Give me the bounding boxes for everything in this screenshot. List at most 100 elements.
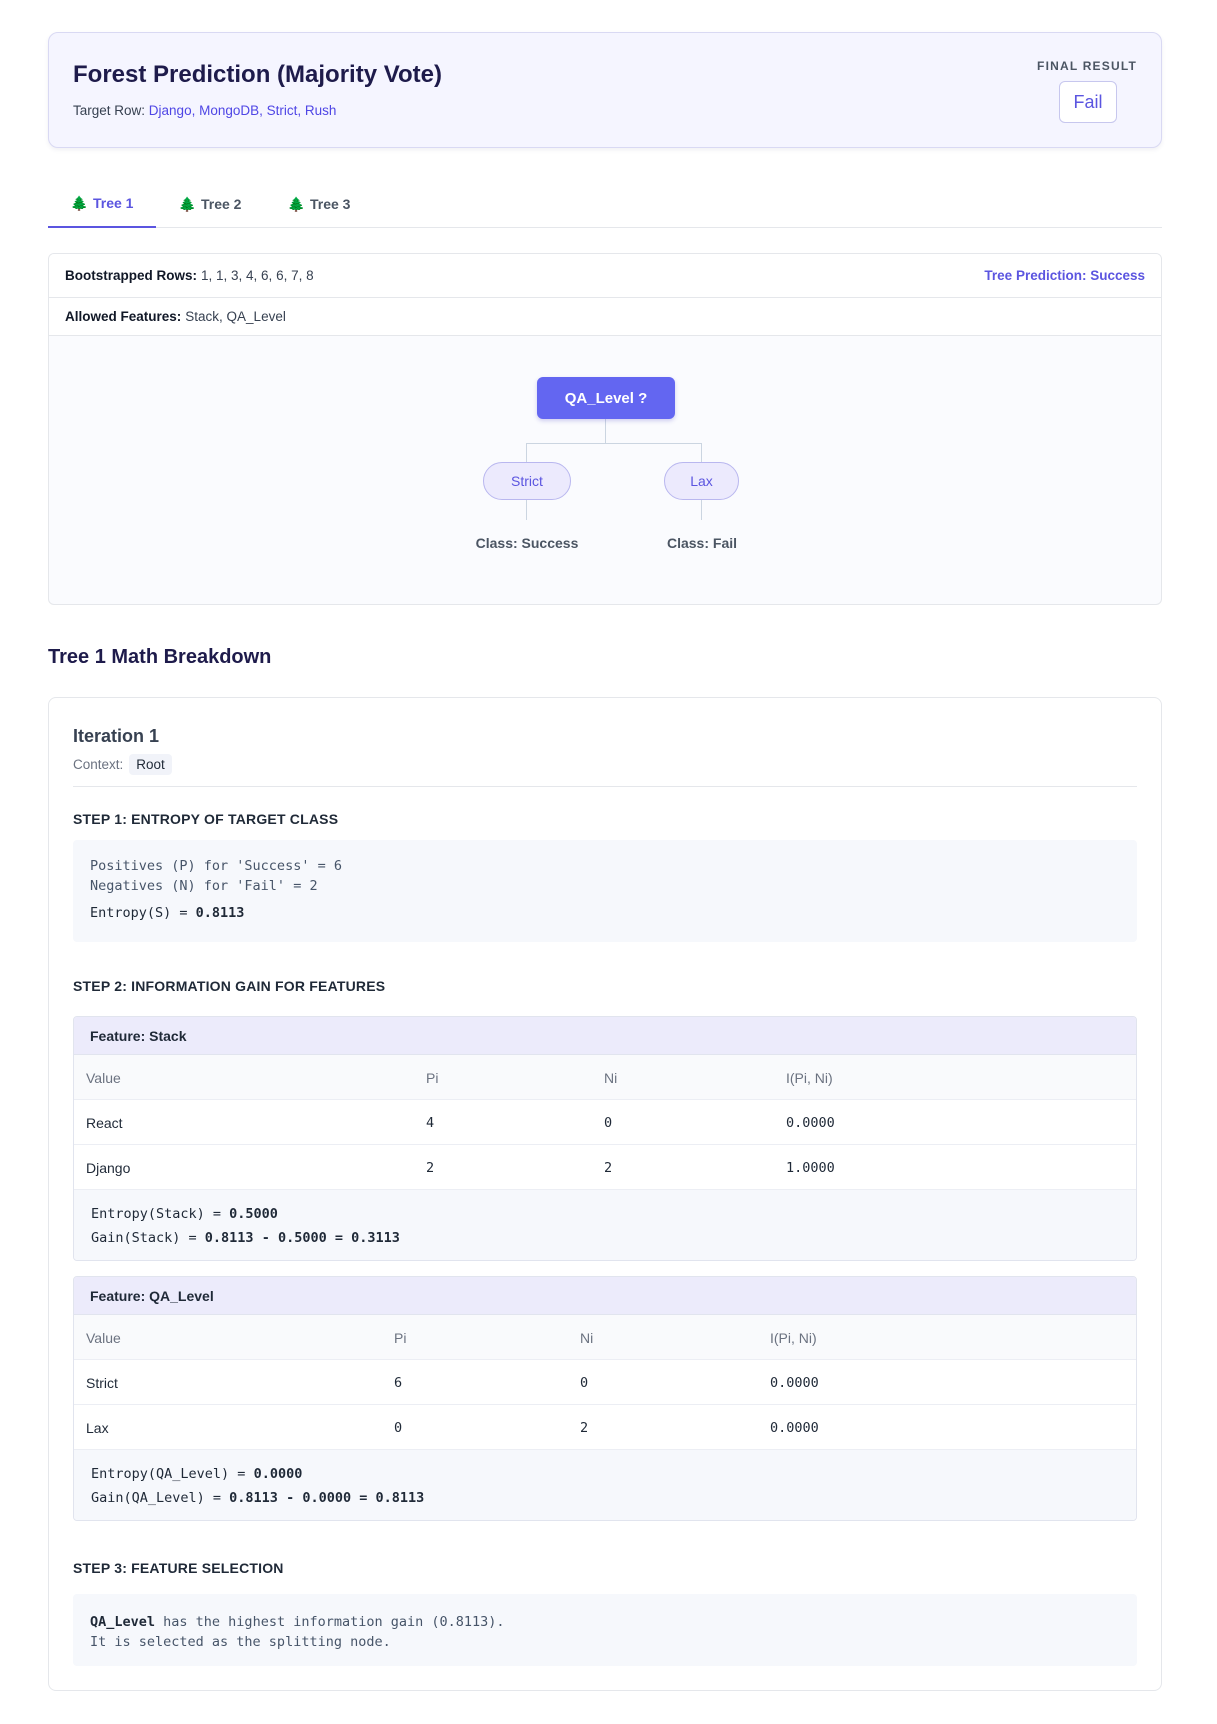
cell-value: Django bbox=[86, 1159, 131, 1176]
connector-line bbox=[701, 500, 702, 520]
context: Context: Root bbox=[73, 754, 172, 775]
connector-line bbox=[701, 443, 702, 462]
col-pi-header: Pi bbox=[394, 1329, 407, 1346]
bootstrapped-rows-row: Bootstrapped Rows: 1, 1, 3, 4, 6, 6, 7, … bbox=[49, 254, 1161, 298]
context-label: Context: bbox=[73, 757, 124, 772]
selection-line: QA_Level has the highest information gai… bbox=[90, 1612, 1120, 1632]
table-row: Django 2 2 1.0000 bbox=[74, 1145, 1136, 1190]
gain-qa-level-line: Gain(QA_Level) = 0.8113 - 0.0000 = 0.811… bbox=[91, 1486, 1119, 1510]
leaf-class-fail: Class: Fail bbox=[666, 535, 738, 551]
cell-pi: 6 bbox=[394, 1374, 403, 1391]
connector-line bbox=[526, 443, 527, 462]
connector-line bbox=[526, 443, 702, 444]
selected-feature: QA_Level bbox=[90, 1614, 156, 1630]
col-ni-header: Ni bbox=[604, 1069, 618, 1086]
tab-label: Tree 3 bbox=[309, 196, 351, 212]
cell-ni: 0 bbox=[604, 1114, 613, 1131]
cell-pi: 4 bbox=[426, 1114, 435, 1131]
cell-pi: 2 bbox=[426, 1159, 435, 1176]
math-breakdown-title: Tree 1 Math Breakdown bbox=[48, 646, 272, 668]
step1-code-box: Positives (P) for 'Success' = 6 Negative… bbox=[73, 840, 1137, 942]
bootstrapped-rows-value: 1, 1, 3, 4, 6, 6, 7, 8 bbox=[201, 268, 314, 283]
feature-stack-title: Feature: Stack bbox=[74, 1017, 1136, 1055]
gain-stack-value: 0.8113 - 0.5000 = 0.3113 bbox=[204, 1230, 400, 1246]
iteration-card: Iteration 1 Context: Root STEP 1: ENTROP… bbox=[48, 697, 1162, 1691]
entropy-s-value: 0.8113 bbox=[195, 905, 245, 921]
col-pi-header: Pi bbox=[426, 1069, 439, 1086]
tab-label: Tree 1 bbox=[92, 195, 134, 211]
step2-title: STEP 2: INFORMATION GAIN FOR FEATURES bbox=[73, 978, 386, 994]
tab-tree-1[interactable]: 🌲 Tree 1 bbox=[48, 180, 156, 228]
target-row-value: Django, MongoDB, Strict, Rush bbox=[148, 103, 337, 118]
tab-label: Tree 2 bbox=[200, 196, 242, 212]
page-title: Forest Prediction (Majority Vote) bbox=[73, 61, 442, 88]
cell-info: 0.0000 bbox=[770, 1374, 819, 1391]
allowed-features-value: Stack, QA_Level bbox=[185, 309, 286, 324]
col-info-header: I(Pi, Ni) bbox=[770, 1329, 817, 1346]
entropy-s-label: Entropy(S) = bbox=[90, 905, 196, 921]
entropy-qa-level-label: Entropy(QA_Level) = bbox=[91, 1466, 254, 1482]
cell-pi: 0 bbox=[394, 1419, 403, 1436]
final-result-label: FINAL RESULT bbox=[1037, 59, 1137, 73]
entropy-stack-value: 0.5000 bbox=[229, 1206, 278, 1222]
cell-value: Lax bbox=[86, 1419, 109, 1436]
col-info-header: I(Pi, Ni) bbox=[786, 1069, 833, 1086]
leaf-class-success: Class: Success bbox=[475, 535, 579, 551]
selection-line-rest: has the highest information gain (0.8113… bbox=[155, 1614, 505, 1630]
table-header-row: Value Pi Ni I(Pi, Ni) bbox=[74, 1315, 1136, 1360]
step3-code-box: QA_Level has the highest information gai… bbox=[73, 1594, 1137, 1666]
tab-tree-2[interactable]: 🌲 Tree 2 bbox=[156, 180, 264, 228]
allowed-features-label: Allowed Features: bbox=[65, 309, 182, 324]
tree-icon: 🌲 bbox=[287, 195, 305, 212]
branch-strict: Strict bbox=[483, 462, 571, 500]
gain-qa-level-value: 0.8113 - 0.0000 = 0.8113 bbox=[229, 1490, 425, 1506]
tree-tabs: 🌲 Tree 1 🌲 Tree 2 🌲 Tree 3 bbox=[48, 180, 1162, 228]
cell-info: 1.0000 bbox=[786, 1159, 835, 1176]
gain-qa-level-label: Gain(QA_Level) = bbox=[91, 1490, 230, 1506]
tab-tree-3[interactable]: 🌲 Tree 3 bbox=[264, 180, 374, 228]
cell-value: React bbox=[86, 1114, 123, 1131]
positives-line: Positives (P) for 'Success' = 6 bbox=[90, 858, 342, 874]
cell-info: 0.0000 bbox=[786, 1114, 835, 1131]
entropy-stack-line: Entropy(Stack) = 0.5000 bbox=[91, 1202, 1119, 1226]
table-header-row: Value Pi Ni I(Pi, Ni) bbox=[74, 1055, 1136, 1100]
gain-stack-label: Gain(Stack) = bbox=[91, 1230, 205, 1246]
feature-qa-level-block: Feature: QA_Level Value Pi Ni I(Pi, Ni) … bbox=[73, 1276, 1137, 1521]
feature-qa-level-title: Feature: QA_Level bbox=[74, 1277, 1136, 1315]
connector-line bbox=[526, 500, 527, 520]
tree-icon: 🌲 bbox=[178, 195, 196, 212]
entropy-stack-label: Entropy(Stack) = bbox=[91, 1206, 230, 1222]
table-row: Lax 0 2 0.0000 bbox=[74, 1405, 1136, 1450]
step1-title: STEP 1: ENTROPY OF TARGET CLASS bbox=[73, 811, 339, 827]
col-ni-header: Ni bbox=[580, 1329, 594, 1346]
cell-ni: 0 bbox=[580, 1374, 589, 1391]
negatives-line: Negatives (N) for 'Fail' = 2 bbox=[90, 878, 318, 894]
tree-root-node: QA_Level ? bbox=[537, 377, 675, 419]
context-chip: Root bbox=[129, 754, 172, 775]
target-row: Target Row: Django, MongoDB, Strict, Rus… bbox=[73, 103, 336, 118]
feature-stack-block: Feature: Stack Value Pi Ni I(Pi, Ni) Rea… bbox=[73, 1016, 1137, 1261]
tree-icon: 🌲 bbox=[70, 194, 88, 211]
cell-info: 0.0000 bbox=[770, 1419, 819, 1436]
entropy-qa-level-value: 0.0000 bbox=[253, 1466, 303, 1482]
col-value-header: Value bbox=[86, 1069, 121, 1086]
cell-value: Strict bbox=[86, 1374, 118, 1391]
entropy-qa-level-line: Entropy(QA_Level) = 0.0000 bbox=[91, 1462, 1119, 1486]
connector-line bbox=[605, 419, 606, 443]
forest-prediction-card: Forest Prediction (Majority Vote) Target… bbox=[48, 32, 1162, 148]
table-row: Strict 6 0 0.0000 bbox=[74, 1360, 1136, 1405]
bootstrapped-rows-label: Bootstrapped Rows: bbox=[65, 268, 198, 283]
divider bbox=[73, 786, 1137, 787]
cell-ni: 2 bbox=[604, 1159, 613, 1176]
allowed-features-row: Allowed Features: Stack, QA_Level bbox=[49, 298, 1161, 336]
feature-qa-level-summary: Entropy(QA_Level) = 0.0000 Gain(QA_Level… bbox=[74, 1450, 1136, 1520]
entropy-s-line: Entropy(S) = 0.8113 bbox=[90, 903, 1120, 923]
step3-title: STEP 3: FEATURE SELECTION bbox=[73, 1560, 284, 1576]
target-row-label: Target Row: bbox=[73, 103, 146, 118]
col-value-header: Value bbox=[86, 1329, 121, 1346]
iteration-title: Iteration 1 bbox=[73, 726, 160, 746]
table-row: React 4 0 0.0000 bbox=[74, 1100, 1136, 1145]
branch-lax: Lax bbox=[664, 462, 739, 500]
final-result-badge: Fail bbox=[1059, 81, 1117, 123]
feature-stack-summary: Entropy(Stack) = 0.5000 Gain(Stack) = 0.… bbox=[74, 1190, 1136, 1260]
